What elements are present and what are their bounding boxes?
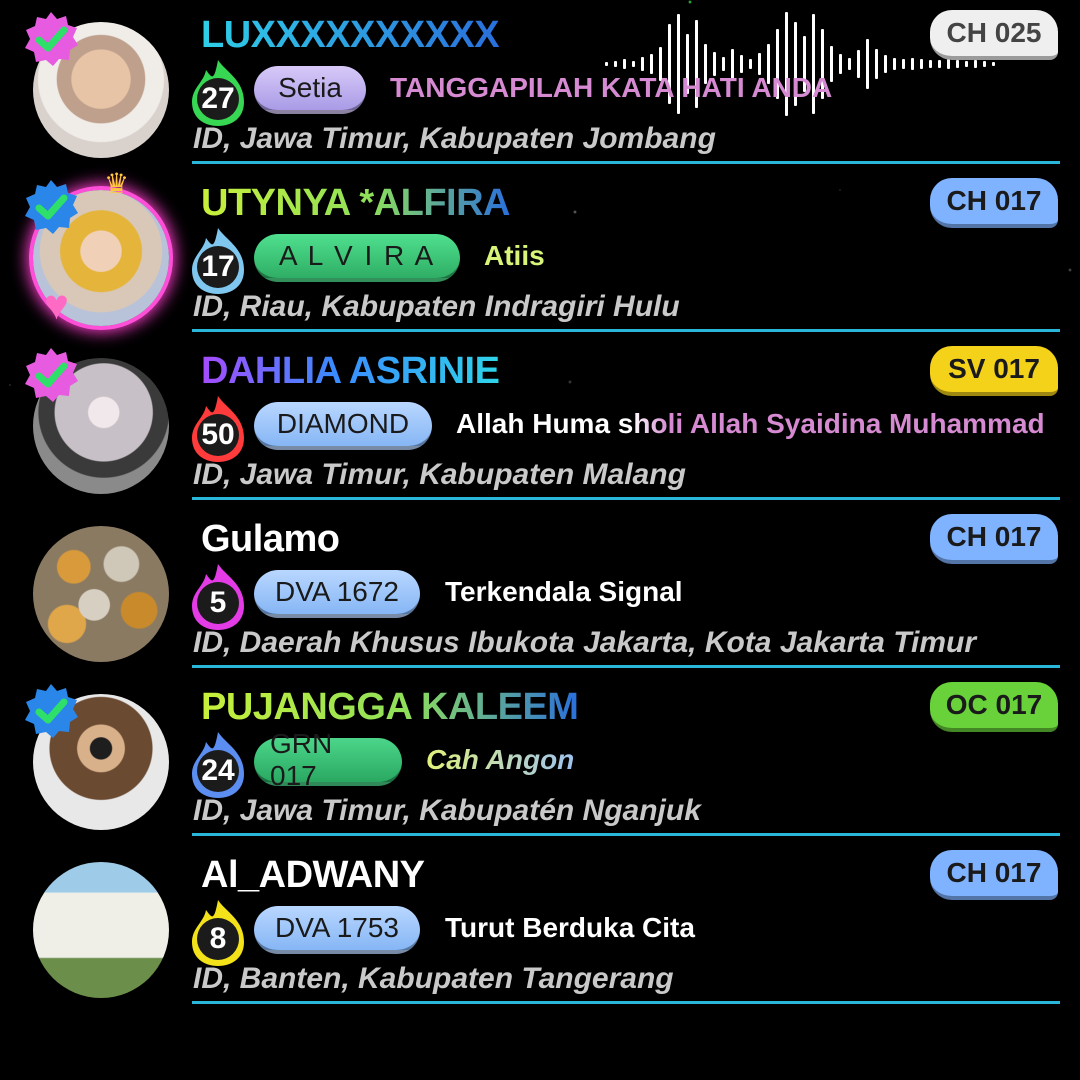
fan-badge[interactable]: DVA 1672 [254, 570, 420, 618]
divider [192, 497, 1060, 500]
verified-badge-icon [22, 178, 80, 236]
channel-chip[interactable]: CH 025 [930, 10, 1058, 60]
level-number: 8 [197, 918, 239, 960]
message-text: Allah Huma sholi Allah Syaidina Muhammad [456, 408, 1045, 439]
level-flame-icon: 17 [186, 226, 250, 296]
location-text: ID, Riau, Kabupaten Indragiri Hulu [193, 290, 680, 323]
fan-badge[interactable]: GRN 017 [254, 728, 402, 791]
level-flame-icon: 5 [186, 562, 250, 632]
divider [192, 1001, 1060, 1004]
username: Al_ADWANY [201, 854, 425, 896]
crown-icon: ♛ [104, 168, 130, 199]
channel-chip[interactable]: CH 017 [930, 850, 1058, 900]
avatar[interactable] [33, 862, 169, 998]
channel-chip[interactable]: SV 017 [930, 346, 1058, 396]
location-text: ID, Banten, Kabupaten Tangerang [193, 962, 674, 995]
location-text: ID, Jawa Timur, Kabupaten Malang [193, 458, 686, 491]
divider [192, 833, 1060, 836]
message-text: Turut Berduka Cita [445, 912, 695, 943]
list-item[interactable]: ♛ ♥ UTYNYA *ALFIRA CH 017 17 A L V I R A… [0, 168, 1080, 336]
level-number: 24 [197, 750, 239, 792]
list-item[interactable]: Al_ADWANY CH 017 8 DVA 1753 Turut Berduk… [0, 840, 1080, 1008]
divider [192, 329, 1060, 332]
fan-badge[interactable]: Setia [254, 66, 366, 114]
location-text: ID, Jawa Timur, Kabupatén Nganjuk [193, 794, 701, 827]
username: Gulamo [201, 518, 340, 560]
username: LUXXXXXXXXXX [201, 14, 500, 56]
message-text: TANGGAPILAH KATA HATI ANDA [390, 72, 833, 103]
level-number: 27 [197, 78, 239, 120]
level-flame-icon: 8 [186, 898, 250, 968]
message-text: Cah Angon [426, 744, 575, 775]
channel-chip[interactable]: CH 017 [930, 178, 1058, 228]
avatar[interactable] [33, 526, 169, 662]
list-item[interactable]: DAHLIA ASRINIE SV 017 50 DIAMOND Allah H… [0, 336, 1080, 504]
list-item[interactable]: Gulamo CH 017 5 DVA 1672 Terkendala Sign… [0, 504, 1080, 672]
divider [192, 665, 1060, 668]
verified-badge-icon [22, 10, 80, 68]
fan-badge[interactable]: DIAMOND [254, 402, 432, 450]
list-item[interactable]: PUJANGGA KALEEM OC 017 24 GRN 017 Cah An… [0, 672, 1080, 840]
message-text: Atiis [484, 240, 545, 271]
verified-badge-icon [22, 346, 80, 404]
level-flame-icon: 24 [186, 730, 250, 800]
verified-badge-icon [22, 682, 80, 740]
username: PUJANGGA KALEEM [201, 686, 579, 728]
level-number: 17 [197, 246, 239, 288]
channel-chip[interactable]: CH 017 [930, 514, 1058, 564]
divider [192, 161, 1060, 164]
username: UTYNYA *ALFIRA [201, 182, 511, 224]
fan-badge[interactable]: A L V I R A [254, 234, 460, 282]
level-flame-icon: 50 [186, 394, 250, 464]
heart-icon: ♥ [44, 281, 69, 328]
level-number: 50 [197, 414, 239, 456]
level-flame-icon: 27 [186, 58, 250, 128]
list-item[interactable]: LUXXXXXXXXXX CH 025 27 Setia TANGGAPILAH… [0, 0, 1080, 168]
username: DAHLIA ASRINIE [201, 350, 500, 392]
level-number: 5 [197, 582, 239, 624]
message-text: Terkendala Signal [445, 576, 683, 607]
location-text: ID, Jawa Timur, Kabupaten Jombang [193, 122, 716, 155]
location-text: ID, Daerah Khusus Ibukota Jakarta, Kota … [193, 626, 977, 659]
fan-badge[interactable]: DVA 1753 [254, 906, 420, 954]
channel-chip[interactable]: OC 017 [930, 682, 1058, 732]
